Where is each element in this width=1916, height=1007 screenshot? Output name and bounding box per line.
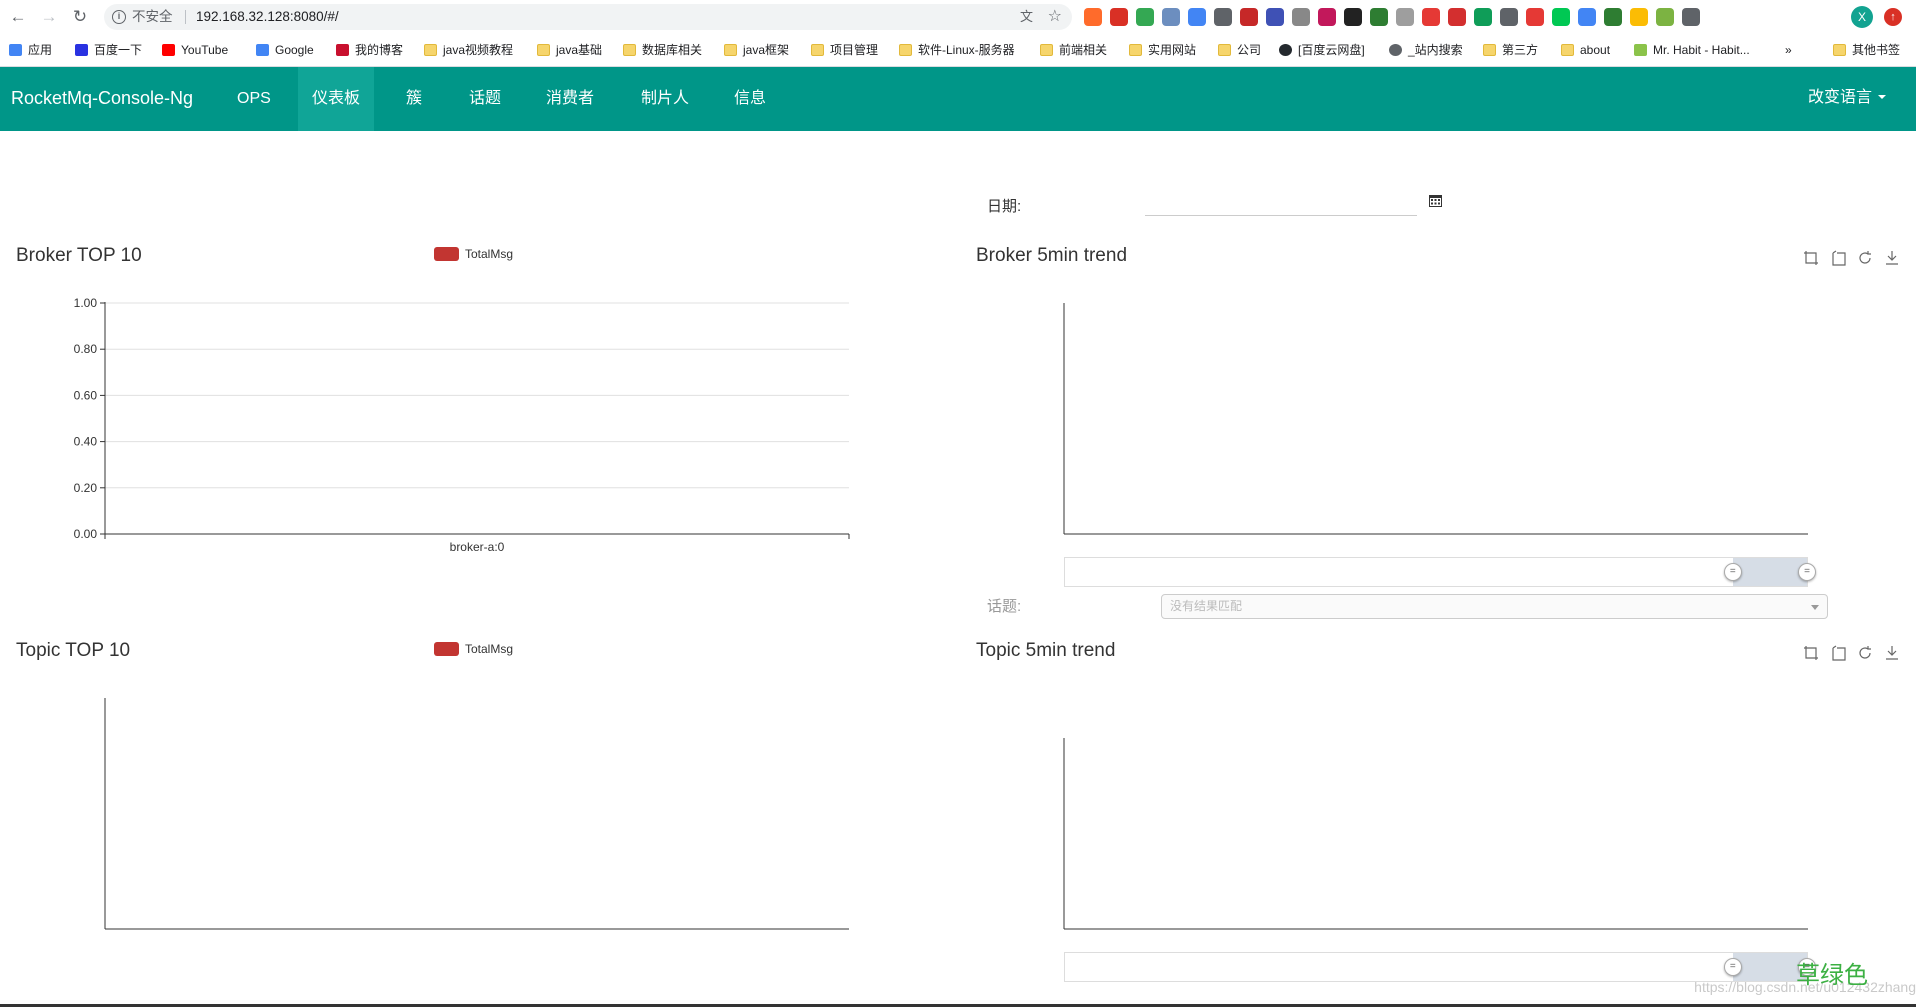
y-tick-label: 1.00: [74, 296, 98, 310]
zoom-start-handle[interactable]: =: [1723, 563, 1742, 581]
y-tick-label: 0.80: [74, 342, 98, 356]
green-overlay-text: 草绿色: [1796, 962, 1868, 989]
y-tick-label: 0.00: [74, 527, 98, 541]
broker-trend-zoom-slider[interactable]: = =: [1064, 557, 1816, 587]
y-tick-label: 0.40: [74, 435, 98, 449]
topic-trend-zoom-slider[interactable]: = =: [1064, 952, 1816, 982]
dashboard-charts: 0.00 0.20 0.40 0.60 0.80 1.00 broker-a:0: [74, 296, 1808, 930]
y-tick-label: 0.20: [74, 481, 98, 495]
select-arrow-icon: [1811, 605, 1819, 610]
x-tick-label: broker-a:0: [450, 540, 505, 554]
topic-select[interactable]: 没有结果匹配: [1161, 594, 1828, 619]
zoom-window[interactable]: [1732, 558, 1807, 586]
topic-label: 话题:: [987, 598, 1022, 615]
zoom-end-handle[interactable]: =: [1798, 563, 1816, 581]
topic-select-placeholder: 没有结果匹配: [1170, 599, 1243, 613]
zoom-start-handle[interactable]: =: [1723, 958, 1742, 976]
y-tick-label: 0.60: [74, 388, 98, 402]
